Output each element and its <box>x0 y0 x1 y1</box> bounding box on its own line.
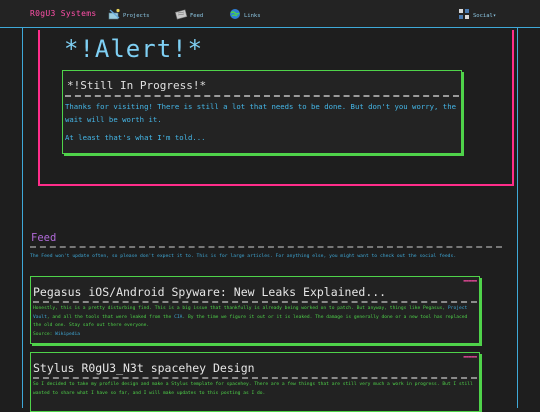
post-date: ▬▬▬▬▬ <box>463 355 477 360</box>
post-date: ▬▬▬▬▬ <box>463 279 477 284</box>
alert-title: *!Alert!* <box>64 35 204 63</box>
nav-projects[interactable]: Projects <box>108 6 150 22</box>
post-text: So I decided to take my profile design a… <box>33 382 371 387</box>
nav-projects-label: Projects <box>123 13 150 19</box>
social-icon <box>459 9 469 19</box>
in-progress-note: At least that's what I'm told... <box>65 133 206 142</box>
feed-icon <box>175 9 188 20</box>
source-label: Source: <box>33 331 53 337</box>
projects-icon <box>108 8 120 20</box>
post-body: Honestly, this is a pretty disturbing fi… <box>33 305 477 339</box>
links-icon <box>230 9 240 19</box>
in-progress-message: Thanks for visiting! There is still a lo… <box>65 102 456 124</box>
feed-heading: Feed <box>31 232 57 244</box>
post-divider <box>33 301 477 303</box>
nav-feed[interactable]: Feed <box>175 6 203 22</box>
card-divider <box>65 95 459 97</box>
in-progress-card: *!Still In Progress!* Thanks for visitin… <box>62 70 462 154</box>
feed-post-stylus: ▬▬▬▬▬ Stylus R0gU3_N3t spacehey Design S… <box>30 352 480 412</box>
post-title[interactable]: Stylus R0gU3_N3t spacehey Design <box>33 361 255 375</box>
top-navigation-bar: R0gU3 Systems Projects Feed Links Social… <box>0 0 540 28</box>
feed-post-pegasus: ▬▬▬▬▬ Pegasus iOS/Android Spyware: New L… <box>30 276 480 344</box>
site-title[interactable]: R0gU3 Systems <box>30 9 97 18</box>
nav-social[interactable]: Social▾ <box>458 6 496 22</box>
feed-divider <box>30 246 502 248</box>
nav-links[interactable]: Links <box>229 6 261 22</box>
wikipedia-link[interactable]: Wikipedia <box>55 332 80 337</box>
post-text: , and all the tools that were leaked fro… <box>46 314 172 320</box>
nav-links-label: Links <box>244 13 261 19</box>
post-text: anyway, things like Pegasus, <box>367 306 446 311</box>
post-divider <box>33 377 477 379</box>
in-progress-title: *!Still In Progress!* <box>67 79 207 92</box>
nav-feed-label: Feed <box>190 13 204 19</box>
post-body: So I decided to take my profile design a… <box>33 381 477 398</box>
feed-description: The Feed won't update often, so please d… <box>30 254 457 259</box>
nav-social-label: Social▾ <box>473 13 497 19</box>
post-text: Honestly, this is a pretty disturbing fi… <box>33 306 365 311</box>
post-title[interactable]: Pegasus iOS/Android Spyware: New Leaks E… <box>33 285 386 299</box>
